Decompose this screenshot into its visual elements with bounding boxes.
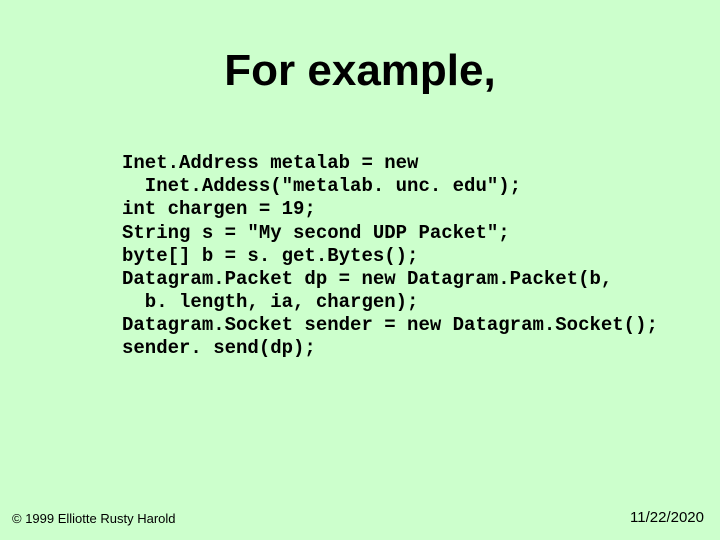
slide-title: For example, xyxy=(0,46,720,96)
date-text: 11/22/2020 xyxy=(630,509,704,526)
copyright-text: © 1999 Elliotte Rusty Harold xyxy=(12,511,176,526)
slide: For example, Inet.Address metalab = new … xyxy=(0,0,720,540)
code-block: Inet.Address metalab = new Inet.Addess("… xyxy=(122,152,658,361)
